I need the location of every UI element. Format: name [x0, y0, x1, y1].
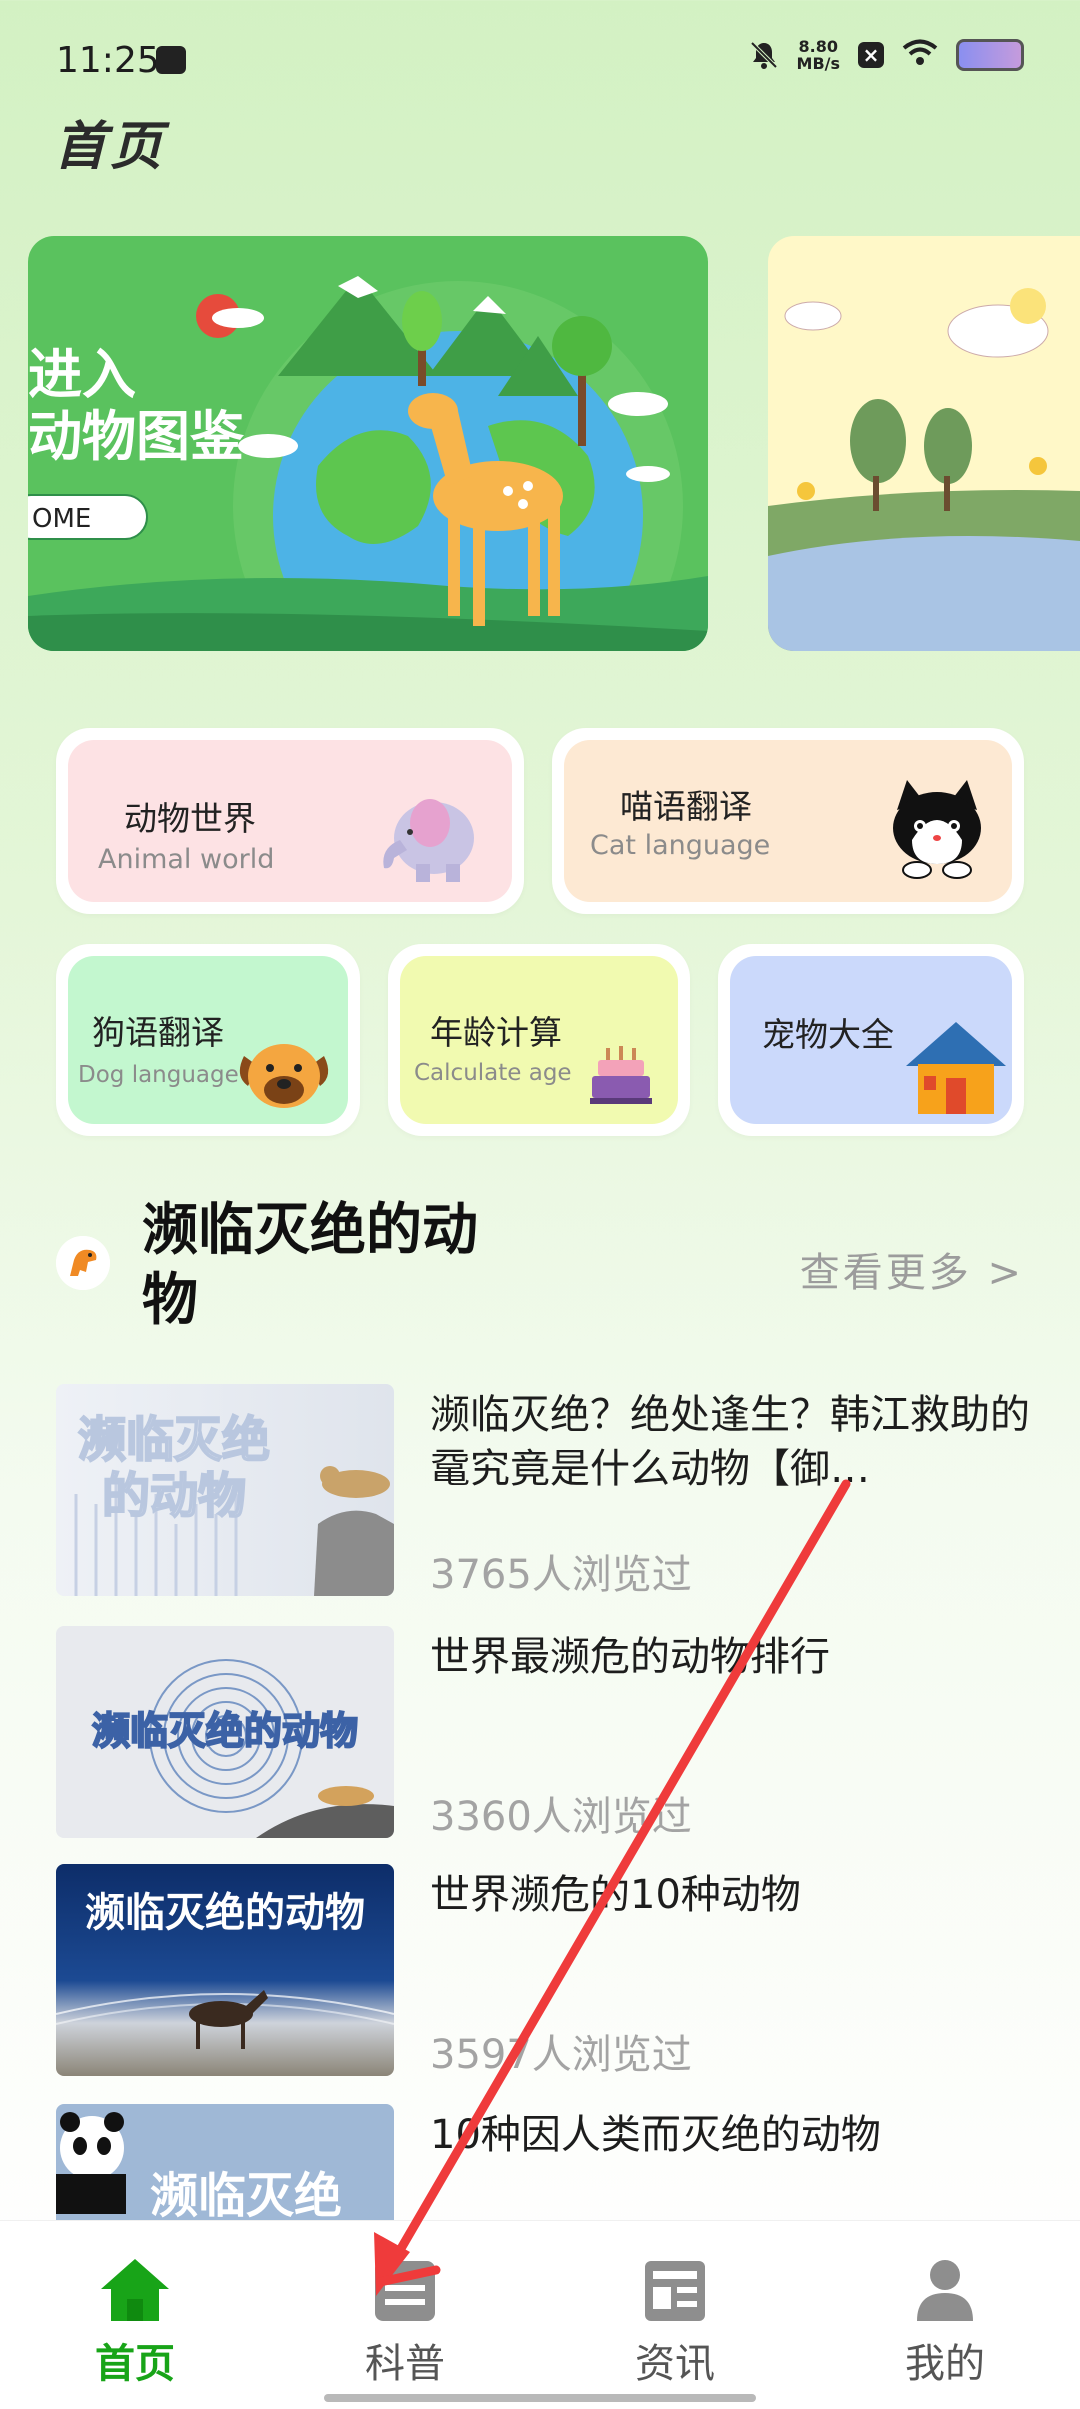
banner-text-line2: 动物图鉴 [28, 405, 244, 468]
mute-bell-icon [749, 40, 779, 70]
nav-label: 资讯 [635, 2341, 715, 2387]
feature-title: 年龄计算 [430, 1013, 562, 1052]
article-thumbnail: 濒临灭绝 [56, 2104, 394, 2220]
user-icon [917, 2260, 973, 2321]
status-time: 11:25 [56, 40, 160, 81]
status-bar: 11:25 8.80 MB/s × [0, 0, 1080, 120]
book-icon [375, 2261, 435, 2321]
thumbnail-caption: 濒临灭绝 [149, 2168, 342, 2220]
network-speed-value: 8.80 [798, 37, 838, 56]
article-views: 3765人浏览过 [430, 1552, 692, 1598]
nav-science[interactable]: 科普 [270, 2221, 540, 2409]
nav-label: 我的 [905, 2341, 985, 2387]
banner-text: 进入 动物图鉴 [28, 344, 244, 468]
article-title: 世界濒危的10种动物 [430, 1872, 801, 1918]
feature-calculate-age[interactable]: 年龄计算 Calculate age [388, 944, 690, 1136]
article-thumbnail: 濒临灭绝的动物 [56, 1864, 394, 2076]
feature-animal-world[interactable]: 动物世界 Animal world [56, 728, 524, 914]
nav-home[interactable]: 首页 [0, 2221, 270, 2409]
feature-title: 喵语翻译 [620, 787, 752, 826]
elephant-icon [383, 799, 474, 882]
network-speed: 8.80 MB/s [797, 38, 840, 72]
feature-subtitle: Animal world [98, 844, 275, 875]
sim-off-icon: × [858, 42, 884, 68]
article-views: 3360人浏览过 [430, 1794, 692, 1840]
banner-text-line1: 进入 [28, 343, 136, 406]
list-item[interactable]: 濒临灭绝的动物 世界最濒危的动物排行 3360人浏览过 [56, 1626, 1026, 1840]
feature-pet-encyclopedia[interactable]: 宠物大全 [718, 944, 1024, 1136]
view-more-link[interactable]: 查看更多 > [800, 1240, 1024, 1298]
thumbnail-caption: 濒临灭绝的动物 [91, 1708, 359, 1754]
article-thumbnail: 濒临灭绝的动物 [56, 1384, 394, 1596]
feature-dog-language[interactable]: 狗语翻译 Dog language [56, 944, 360, 1136]
nav-label: 科普 [365, 2341, 445, 2387]
cake-icon [590, 1046, 652, 1104]
battery-icon [956, 39, 1024, 71]
feature-subtitle: Dog language [78, 1062, 239, 1088]
network-speed-unit: MB/s [796, 54, 840, 73]
feature-title: 宠物大全 [762, 1015, 894, 1054]
house-icon [906, 1022, 1006, 1114]
banner-animal-atlas[interactable]: 进入 动物图鉴 OME [28, 236, 708, 651]
article-title: 世界最濒危的动物排行 [430, 1634, 830, 1680]
list-item[interactable]: 濒临灭绝的动物 世界濒危的10种动物 3597人浏览过 [56, 1864, 1026, 2078]
feature-card-bg: 年龄计算 Calculate age [400, 956, 678, 1124]
feature-title: 动物世界 [124, 799, 256, 838]
article-title: 濒临灭绝？绝处逢生？韩江救助的鼋究竟是什么动物【御… [430, 1392, 1030, 1492]
list-item[interactable]: 濒临灭绝 10种因人类而灭绝的动物 [56, 2104, 1026, 2220]
banner-landscape[interactable] [768, 236, 1080, 651]
banner-home-button[interactable]: OME [28, 494, 148, 540]
list-item[interactable]: 濒临灭绝的动物 濒临灭绝？绝处逢生？韩江救助的鼋究竟是什么动物【御… 3765人… [56, 1384, 1030, 1598]
nav-news[interactable]: 资讯 [540, 2221, 810, 2409]
article-title: 10种因人类而灭绝的动物 [430, 2112, 881, 2158]
feature-card-bg: 动物世界 Animal world [68, 740, 512, 902]
cat-icon [893, 780, 981, 879]
article-thumbnail: 濒临灭绝的动物 [56, 1626, 394, 1838]
article-views: 3597人浏览过 [430, 2032, 692, 2078]
feature-card-bg: 宠物大全 [730, 956, 1012, 1124]
news-icon [645, 2261, 705, 2321]
nav-label: 首页 [95, 2341, 175, 2387]
message-notification-icon [156, 46, 186, 74]
dog-icon [239, 1044, 329, 1108]
wifi-icon [902, 39, 938, 71]
feature-subtitle: Cat language [590, 830, 771, 861]
feature-title: 狗语翻译 [92, 1013, 224, 1052]
page-title: 首页 [54, 117, 167, 177]
nav-profile[interactable]: 我的 [810, 2221, 1080, 2409]
thumbnail-caption: 濒临灭绝的动物 [85, 1890, 365, 1936]
bottom-navigation: 首页 科普 资讯 我的 [0, 2220, 1080, 2409]
feature-card-bg: 狗语翻译 Dog language [68, 956, 348, 1124]
feature-card-bg: 喵语翻译 Cat language [564, 740, 1012, 902]
section-title: 濒临灭绝的动物 [142, 1198, 478, 1333]
thumbnail-caption: 濒临灭绝的动物 [77, 1411, 271, 1525]
feature-cat-language[interactable]: 喵语翻译 Cat language [552, 728, 1024, 914]
feature-subtitle: Calculate age [414, 1060, 572, 1086]
banner-landscape-illustration [768, 236, 1080, 651]
home-icon [101, 2259, 169, 2321]
dinosaur-icon [56, 1236, 110, 1290]
home-indicator [324, 2394, 756, 2402]
